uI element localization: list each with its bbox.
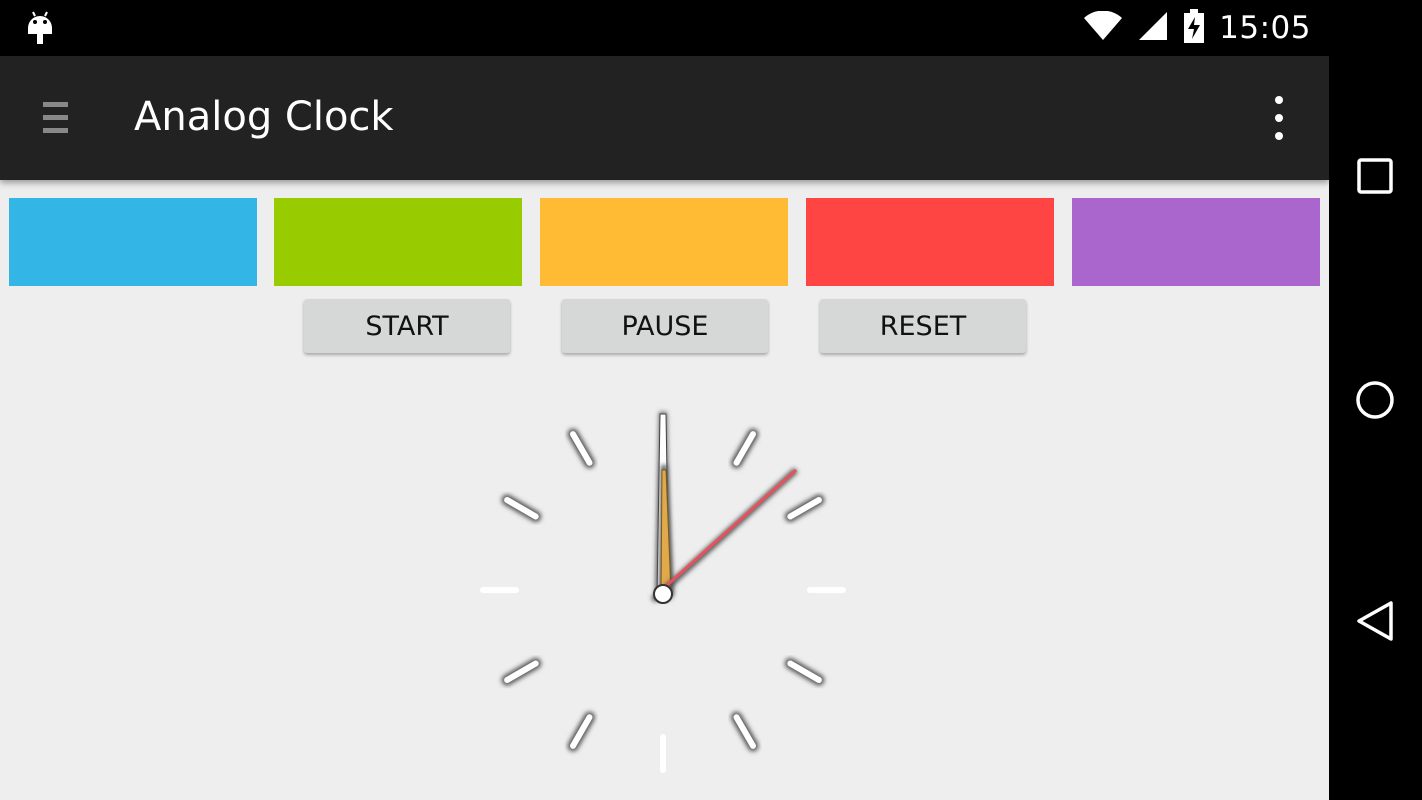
color-swatch-purple[interactable] [1072, 198, 1320, 286]
action-bar: Analog Clock [0, 56, 1329, 180]
android-debug-icon [26, 10, 54, 50]
recent-apps-icon[interactable] [1355, 156, 1397, 198]
color-swatch-red[interactable] [806, 198, 1054, 286]
status-time: 15:05 [1219, 10, 1311, 46]
pause-button[interactable]: PAUSE [562, 299, 768, 353]
wifi-icon [1083, 10, 1123, 45]
overflow-menu-icon[interactable] [1266, 96, 1292, 140]
hour-hand [659, 465, 674, 596]
start-button[interactable]: START [304, 299, 510, 353]
status-bar: 15:05 [0, 0, 1329, 56]
second-hand [650, 467, 799, 603]
app-title: Analog Clock [134, 94, 394, 140]
menu-icon[interactable] [43, 102, 68, 134]
battery-charging-icon [1183, 9, 1205, 47]
color-swatch-blue[interactable] [9, 198, 257, 286]
clock-center-pin [653, 584, 673, 604]
color-swatch-green[interactable] [274, 198, 522, 286]
reset-button[interactable]: RESET [820, 299, 1026, 353]
home-icon[interactable] [1355, 379, 1397, 421]
color-swatch-orange[interactable] [540, 198, 788, 286]
back-icon[interactable] [1355, 600, 1397, 642]
status-icons: 15:05 [1083, 0, 1311, 56]
navigation-bar [1329, 0, 1422, 800]
analog-clock [463, 390, 863, 794]
cell-signal-icon [1137, 11, 1169, 45]
main-content: START PAUSE RESET [0, 180, 1329, 800]
